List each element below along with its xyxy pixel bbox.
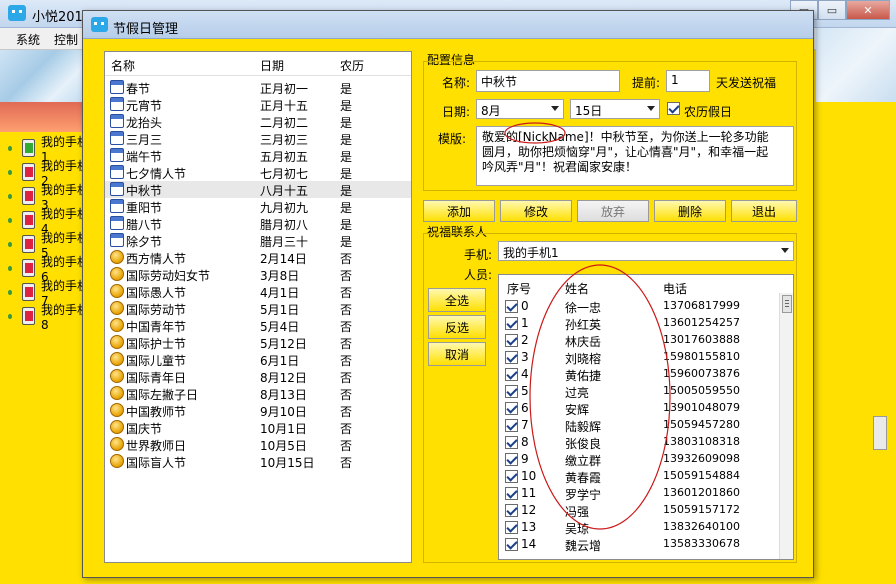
menu-system[interactable]: 系统	[16, 31, 40, 48]
status-dot-icon	[8, 265, 13, 271]
maximize-button[interactable]: ▭	[818, 0, 846, 20]
status-dot-icon	[8, 145, 13, 151]
phone-icon	[22, 259, 35, 277]
status-dot-icon	[8, 241, 13, 247]
device-row[interactable]: 我的手机8	[8, 303, 90, 332]
status-dot-icon	[8, 169, 13, 175]
phone-icon	[22, 307, 35, 325]
phone-icon	[22, 163, 35, 181]
toolbar-banner-right	[816, 28, 896, 102]
banner-strip	[0, 102, 90, 132]
status-dot-icon	[8, 289, 13, 295]
menu-control[interactable]: 控制	[54, 31, 78, 48]
annotation-overlay	[504, 122, 671, 530]
phone-icon	[22, 283, 35, 301]
phone-icon	[22, 235, 35, 253]
annotation-ellipse-nickname	[504, 122, 566, 144]
status-dot-icon	[8, 193, 13, 199]
device-list: 我的手机1 我的手机2 我的手机3 我的手机4 我的手机5 我的手机6 我的手机7 我的手机8	[8, 135, 90, 332]
annotation-ellipse-names	[529, 264, 671, 530]
app-logo-icon	[8, 5, 26, 21]
phone-icon	[22, 211, 35, 229]
main-scrollbar-thumb[interactable]	[873, 416, 887, 450]
toolbar-banner	[0, 50, 90, 102]
close-button[interactable]: ✕	[846, 0, 890, 20]
holiday-manager-dialog: 节假日管理 名称 日期 农历 春节 正月初一是元宵节 正月十五是龙抬头 二月初二是三月…	[82, 10, 814, 578]
phone-icon	[22, 187, 35, 205]
phone-icon	[22, 139, 35, 157]
status-dot-icon	[8, 217, 13, 223]
status-dot-icon	[8, 313, 13, 319]
